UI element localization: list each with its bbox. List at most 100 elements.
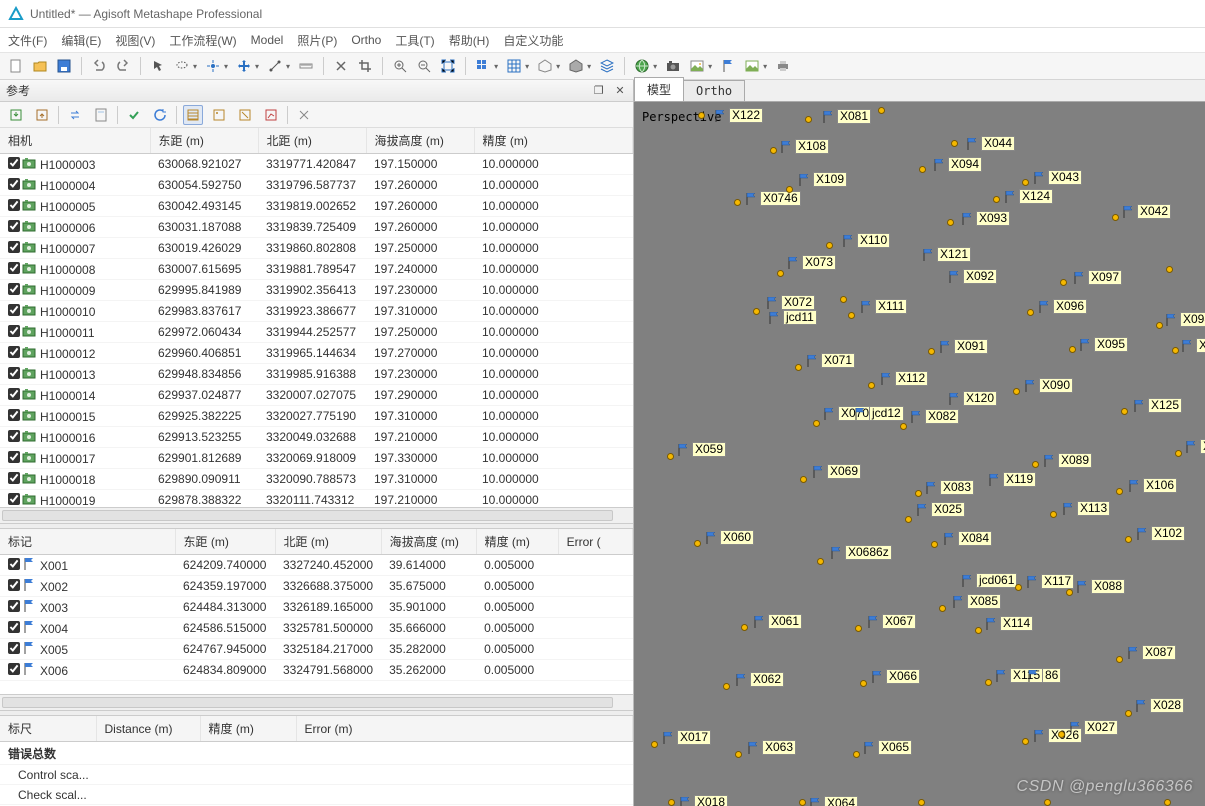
refresh-icon[interactable]: [150, 105, 170, 125]
row-checkbox[interactable]: [8, 241, 20, 253]
viewport-point[interactable]: [931, 541, 938, 548]
menu-file[interactable]: 文件(F): [8, 32, 47, 49]
lasso-icon[interactable]: [172, 56, 192, 76]
viewport-point[interactable]: [1116, 488, 1123, 495]
viewport-marker[interactable]: X027: [1068, 720, 1118, 735]
row-checkbox[interactable]: [8, 451, 20, 463]
viewport-marker[interactable]: jcd12: [853, 406, 904, 421]
col-camera[interactable]: 相机: [0, 128, 150, 154]
settings-icon[interactable]: [294, 105, 314, 125]
menu-tools[interactable]: 工具(T): [395, 32, 434, 49]
table-row[interactable]: H1000012629960.4068513319965.144634197.2…: [0, 343, 633, 364]
viewport-marker[interactable]: X084: [942, 531, 992, 546]
viewport-marker[interactable]: X106: [1127, 478, 1177, 493]
viewport-marker[interactable]: X025: [915, 502, 965, 517]
viewport-marker[interactable]: X065: [862, 740, 912, 755]
convert-icon[interactable]: [65, 105, 85, 125]
viewport-point[interactable]: [667, 453, 674, 460]
photo-icon[interactable]: [687, 56, 707, 76]
viewport-marker[interactable]: X043: [1032, 170, 1082, 185]
panel-float-icon[interactable]: ❐: [592, 84, 606, 98]
undo-icon[interactable]: [89, 56, 109, 76]
viewport-marker[interactable]: X120: [947, 391, 997, 406]
viewport-point[interactable]: [975, 627, 982, 634]
viewport-point[interactable]: [786, 186, 793, 193]
viewport-marker[interactable]: X069: [811, 464, 861, 479]
viewport-marker[interactable]: X112: [879, 371, 928, 386]
viewport-point[interactable]: [1125, 536, 1132, 543]
list-item[interactable]: Check scal...: [0, 785, 633, 805]
row-checkbox[interactable]: [8, 663, 20, 675]
viewport-marker[interactable]: X096: [1037, 299, 1087, 314]
row-checkbox[interactable]: [8, 493, 20, 505]
viewport-marker[interactable]: X093: [960, 211, 1010, 226]
viewport-point[interactable]: [1013, 388, 1020, 395]
viewport-marker[interactable]: X073: [786, 255, 836, 270]
viewport-point[interactable]: [694, 540, 701, 547]
viewport-marker[interactable]: X059: [676, 442, 726, 457]
table-row[interactable]: H1000006630031.1870883319839.725409197.2…: [0, 217, 633, 238]
viewport-point[interactable]: [939, 605, 946, 612]
viewport-point[interactable]: [868, 382, 875, 389]
viewport-marker[interactable]: X109: [797, 172, 847, 187]
viewport-marker[interactable]: X098: [1164, 312, 1205, 327]
viewport-point[interactable]: [1156, 322, 1163, 329]
viewport-marker[interactable]: jcd11: [767, 310, 817, 325]
viewport-point[interactable]: [1027, 309, 1034, 316]
viewport-point[interactable]: [1060, 279, 1067, 286]
viewport-marker[interactable]: X060: [704, 530, 754, 545]
col-acc[interactable]: 精度 (m): [474, 128, 633, 154]
viewport-marker[interactable]: X113: [1061, 501, 1110, 516]
delete-icon[interactable]: [331, 56, 351, 76]
markers-table-wrap[interactable]: 标记 东距 (m) 北距 (m) 海拔高度 (m) 精度 (m) Error (…: [0, 529, 633, 694]
menu-custom[interactable]: 自定义功能: [503, 32, 563, 49]
grid-icon[interactable]: [473, 56, 493, 76]
col-s-acc[interactable]: 精度 (m): [200, 716, 296, 742]
check-icon[interactable]: [124, 105, 144, 125]
viewport-marker[interactable]: X122: [713, 108, 763, 123]
cameras-view-icon[interactable]: [183, 105, 203, 125]
open-icon[interactable]: [30, 56, 50, 76]
redo-icon[interactable]: [113, 56, 133, 76]
viewport-point[interactable]: [817, 558, 824, 565]
viewport-point[interactable]: [947, 219, 954, 226]
viewport-point[interactable]: [919, 166, 926, 173]
globe-icon[interactable]: [632, 56, 652, 76]
viewport-marker[interactable]: X044: [965, 136, 1015, 151]
viewport-point[interactable]: [1058, 731, 1065, 738]
row-checkbox[interactable]: [8, 178, 20, 190]
viewport-marker[interactable]: X097: [1072, 270, 1122, 285]
viewport-marker[interactable]: X018: [678, 795, 728, 806]
zoom-fit-icon[interactable]: [438, 56, 458, 76]
snap-icon[interactable]: [203, 56, 223, 76]
table-row[interactable]: H1000008630007.6156953319881.789547197.2…: [0, 259, 633, 280]
table-row[interactable]: H1000010629983.8376173319923.386677197.3…: [0, 301, 633, 322]
table-row[interactable]: H1000015629925.3822253320027.775190197.3…: [0, 406, 633, 427]
viewport-marker[interactable]: X0746: [744, 191, 801, 206]
table-row[interactable]: H1000007630019.4260293319860.802808197.2…: [0, 238, 633, 259]
viewport-point[interactable]: [698, 112, 705, 119]
viewport-point[interactable]: [777, 270, 784, 277]
viewport-marker[interactable]: X088: [1075, 579, 1125, 594]
measure-icon[interactable]: [265, 56, 285, 76]
table-row[interactable]: H1000011629972.0604343319944.252577197.2…: [0, 322, 633, 343]
calculator-icon[interactable]: [91, 105, 111, 125]
row-checkbox[interactable]: [8, 325, 20, 337]
table-row[interactable]: X002624359.1970003326688.37500035.675000…: [0, 576, 633, 597]
texture-icon[interactable]: [566, 56, 586, 76]
ruler-icon[interactable]: [296, 56, 316, 76]
row-checkbox[interactable]: [8, 621, 20, 633]
table-row[interactable]: H1000004630054.5927503319796.587737197.2…: [0, 175, 633, 196]
menu-workflow[interactable]: 工作流程(W): [169, 32, 236, 49]
menu-help[interactable]: 帮助(H): [449, 32, 490, 49]
camera-icon[interactable]: [663, 56, 683, 76]
menu-edit[interactable]: 编辑(E): [61, 32, 101, 49]
viewport-point[interactable]: [668, 799, 675, 806]
viewport-marker[interactable]: X042: [1121, 204, 1171, 219]
viewport-point[interactable]: [800, 476, 807, 483]
table-row[interactable]: H1000016629913.5232553320049.032688197.2…: [0, 427, 633, 448]
row-checkbox[interactable]: [8, 304, 20, 316]
viewport-point[interactable]: [741, 624, 748, 631]
row-checkbox[interactable]: [8, 642, 20, 654]
row-checkbox[interactable]: [8, 262, 20, 274]
